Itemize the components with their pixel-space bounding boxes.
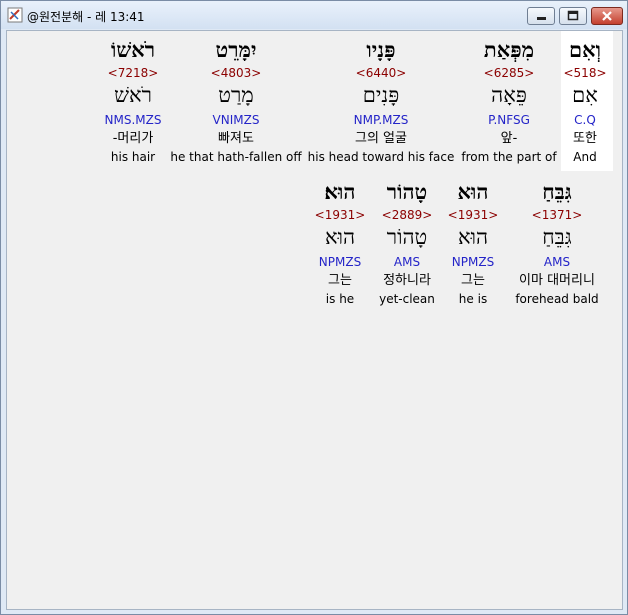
hebrew-lemma: פָּנִים [362,83,400,107]
strong-number[interactable]: <1931> [315,209,366,221]
app-window: @원전분해 - 레 13:41 וְאִם <518> אִם C.Q 또한 A… [0,0,628,615]
strong-number[interactable]: <4803> [211,67,262,79]
english-gloss: from the part of [461,150,557,164]
close-icon [602,11,612,21]
parsing-code: NMP.MZS [353,113,409,127]
strong-number[interactable]: <518> [563,67,606,79]
parsing-code: AMS [393,255,421,269]
parsing-code: NMS.MZS [104,113,162,127]
parsing-code: P.NFSG [488,113,530,127]
english-gloss: his head toward his face [307,150,455,164]
korean-gloss: 또한 [573,131,597,146]
minimize-button[interactable] [527,7,555,25]
title-bar[interactable]: @원전분해 - 레 13:41 [1,1,627,29]
english-gloss: is he [325,292,355,306]
strong-number[interactable]: <2889> [382,209,433,221]
english-gloss: And [573,150,597,164]
window-title: @원전분해 - 레 13:41 [27,10,145,24]
hebrew-word: גִּבֵּחַ [542,179,572,204]
hebrew-word: הוּא׃ [324,179,356,204]
app-icon [7,7,23,23]
korean-gloss: 그는 [328,273,352,288]
korean-gloss: -머리가 [112,131,154,146]
hebrew-lemma: רֹאשׁ [114,83,152,107]
korean-gloss: 그의 얼굴 [355,131,407,146]
english-gloss: he that hath-fallen off [170,150,302,164]
hebrew-word: טָהוֹר [386,179,428,204]
strong-number[interactable]: <7218> [108,67,159,79]
english-gloss: his hair [110,150,156,164]
restore-icon [567,10,579,21]
close-button[interactable] [591,7,623,25]
english-gloss: forehead bald [515,292,599,306]
hebrew-word: מִפְּאַת [483,37,535,62]
parsing-code: VNIMZS [212,113,260,127]
hebrew-lemma: טָהוֹר [386,225,428,249]
korean-gloss: 빠져도 [218,131,254,146]
parsing-code: C.Q [574,113,596,127]
strong-number[interactable]: <1371> [532,209,583,221]
hebrew-lemma: פֵּאָה [491,83,527,107]
hebrew-lemma: הוּא [457,225,489,249]
hebrew-word: יִמָּרֵט [215,37,257,62]
korean-gloss: 이마 대머리니 [519,273,595,288]
hebrew-lemma: אִם [572,83,598,107]
hebrew-lemma: הוּא [324,225,356,249]
hebrew-word: פָּנָיו [366,37,396,62]
parsing-code: AMS [543,255,571,269]
strong-number[interactable]: <6285> [484,67,535,79]
minimize-icon [537,17,546,20]
korean-gloss: 정하니라 [383,273,431,288]
english-gloss: he is [458,292,488,306]
korean-gloss: 그는 [461,273,485,288]
maximize-button[interactable] [559,7,587,25]
hebrew-lemma: מָרַט [218,83,254,107]
parsing-code: NPMZS [451,255,495,269]
strong-number[interactable]: <6440> [356,67,407,79]
hebrew-word: הוּא [457,179,489,204]
korean-gloss: 앞- [500,131,518,146]
hebrew-lemma: גִּבֵּחַ [542,225,572,249]
hebrew-word: וְאִם [569,37,601,62]
interlinear-view[interactable]: וְאִם <518> אִם C.Q 또한 And מִפְּאַת <628… [6,30,623,610]
strong-number[interactable]: <1931> [448,209,499,221]
parsing-code: NPMZS [318,255,362,269]
hebrew-word: רֹאשׁוֹ [110,37,156,62]
english-gloss: yet-clean [379,292,435,306]
